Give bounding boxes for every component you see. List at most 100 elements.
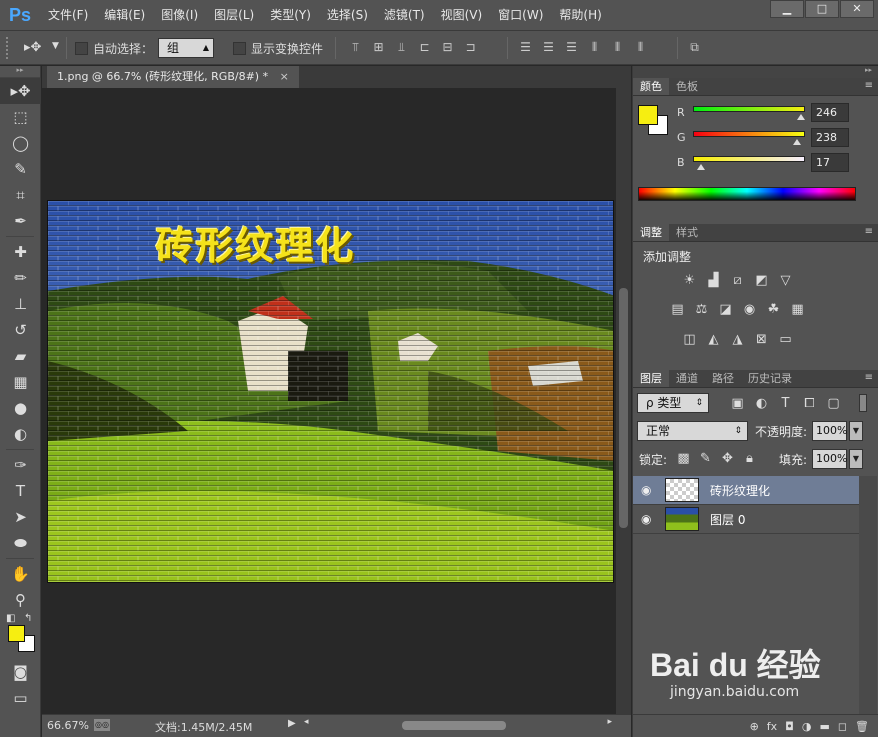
status-options-icon[interactable]: ◎◎ (94, 719, 110, 731)
lock-position-icon[interactable]: ✥ (719, 450, 736, 467)
healing-brush-tool-icon[interactable]: ✚ (0, 239, 41, 265)
eye-icon[interactable]: ◉ (641, 483, 651, 497)
red-slider[interactable] (693, 106, 805, 112)
menu-edit[interactable]: 编辑(E) (96, 0, 153, 31)
menu-view[interactable]: 视图(V) (433, 0, 491, 31)
layer-row[interactable]: ◉ 图层 0 (633, 505, 859, 534)
black-white-icon[interactable]: ◪ (717, 301, 734, 318)
tab-layers[interactable]: 图层 (633, 370, 669, 387)
fill-field[interactable]: 100% (812, 449, 847, 469)
foreground-color-swatch[interactable] (8, 625, 25, 642)
menu-select[interactable]: 选择(S) (319, 0, 376, 31)
invert-icon[interactable]: ◫ (681, 331, 698, 348)
panel-menu-icon[interactable]: ≡ (865, 372, 873, 383)
dock-collapse-icon[interactable]: ▸▸ (633, 66, 878, 78)
maximize-button[interactable]: □ (805, 0, 839, 18)
menu-help[interactable]: 帮助(H) (551, 0, 609, 31)
tab-channels[interactable]: 通道 (669, 370, 705, 387)
align-vcenter-icon[interactable]: ⊞ (370, 39, 387, 56)
options-grip[interactable] (6, 37, 10, 59)
menu-window[interactable]: 窗口(W) (490, 0, 551, 31)
align-top-icon[interactable]: ⫪ (347, 39, 364, 56)
gradient-tool-icon[interactable]: ▦ (0, 369, 41, 395)
document-tab[interactable]: 1.png @ 66.7% (砖形纹理化, RGB/8#) * × (47, 66, 299, 88)
trash-icon[interactable]: 🗑︎ (855, 720, 869, 733)
move-tool-icon[interactable]: ▸✥ (0, 78, 41, 104)
panel-menu-icon[interactable]: ≡ (865, 80, 873, 91)
auto-select-target-select[interactable]: 组 ▲ (158, 38, 214, 58)
lock-transparent-pixels-icon[interactable]: ▩ (675, 450, 692, 467)
default-colors-icon[interactable]: ◧ (6, 613, 15, 624)
chevron-down-icon[interactable]: ▼ (52, 41, 59, 51)
posterize-icon[interactable]: ◭ (705, 331, 722, 348)
brush-tool-icon[interactable]: ✏ (0, 265, 41, 291)
blend-mode-select[interactable]: 正常 ⇕ (637, 421, 748, 441)
tab-styles[interactable]: 样式 (669, 224, 705, 241)
exposure-icon[interactable]: ◩ (753, 272, 770, 289)
menu-layer[interactable]: 图层(L) (206, 0, 262, 31)
layer-filter-kind-select[interactable]: ρ 类型 ⇕ (637, 393, 709, 413)
new-adjustment-layer-icon[interactable]: ◑ (802, 720, 812, 733)
type-tool-icon[interactable]: T (0, 478, 41, 504)
auto-select-checkbox[interactable] (75, 42, 88, 55)
opacity-dropdown-icon[interactable]: ▼ (849, 421, 863, 441)
link-layers-icon[interactable]: ⊕ (750, 720, 759, 733)
filter-shape-icon[interactable]: ⧠ (801, 395, 818, 412)
canvas-horizontal-scrollbar[interactable]: ◂ ▸ (304, 717, 612, 732)
green-value-field[interactable]: 238 (811, 128, 849, 147)
hue-saturation-icon[interactable]: ▤ (669, 301, 686, 318)
layer-mask-icon[interactable]: ◘ (785, 720, 794, 733)
gradient-map-icon[interactable]: ▭ (777, 331, 794, 348)
filter-pixel-icon[interactable]: ▣ (729, 395, 746, 412)
tab-adjustments[interactable]: 调整 (633, 224, 669, 241)
blue-value-field[interactable]: 17 (811, 153, 849, 172)
color-spectrum-ramp[interactable] (638, 187, 856, 201)
document-image[interactable]: 砖形纹理化 (47, 200, 614, 583)
eyedropper-tool-icon[interactable]: ✒ (0, 208, 41, 234)
color-balance-icon[interactable]: ⚖ (693, 301, 710, 318)
hand-tool-icon[interactable]: ✋ (0, 561, 41, 587)
show-transform-checkbox[interactable] (233, 42, 246, 55)
crop-tool-icon[interactable]: ⌗ (0, 182, 41, 208)
align-bottom-icon[interactable]: ⫫ (393, 39, 410, 56)
levels-icon[interactable]: ▟ (705, 272, 722, 289)
distribute-hcenter-icon[interactable]: ⦀ (609, 39, 626, 56)
filter-adjustment-icon[interactable]: ◐ (753, 395, 770, 412)
blue-slider[interactable] (693, 156, 805, 162)
new-group-icon[interactable]: ▬ (819, 720, 829, 733)
scrollbar-thumb[interactable] (619, 288, 628, 528)
tab-history[interactable]: 历史记录 (741, 370, 799, 387)
curves-icon[interactable]: ⧄ (729, 272, 746, 289)
eye-icon[interactable]: ◉ (641, 512, 651, 526)
scroll-right-icon[interactable]: ▸ (607, 717, 612, 727)
color-lookup-icon[interactable]: ▦ (789, 301, 806, 318)
quick-select-tool-icon[interactable]: ✎ (0, 156, 41, 182)
layer-row[interactable]: ◉ 砖形纹理化 (633, 476, 859, 505)
close-button[interactable]: ✕ (840, 0, 874, 18)
close-document-icon[interactable]: × (280, 70, 289, 83)
green-slider[interactable] (693, 131, 805, 137)
canvas-vertical-scrollbar[interactable] (616, 88, 631, 714)
menu-filter[interactable]: 滤镜(T) (376, 0, 433, 31)
menu-type[interactable]: 类型(Y) (262, 0, 319, 31)
align-right-icon[interactable]: ⊐ (462, 39, 479, 56)
layers-scrollbar[interactable] (859, 476, 877, 736)
new-layer-icon[interactable]: ◻ (838, 720, 847, 733)
filter-toggle[interactable] (859, 394, 867, 412)
layer-name[interactable]: 砖形纹理化 (710, 482, 770, 499)
menu-image[interactable]: 图像(I) (153, 0, 206, 31)
pen-tool-icon[interactable]: ✑ (0, 452, 41, 478)
ellipse-tool-icon[interactable]: ⬬ (0, 530, 41, 556)
eraser-tool-icon[interactable]: ▰ (0, 343, 41, 369)
opacity-field[interactable]: 100% (812, 421, 847, 441)
lock-all-icon[interactable]: 🔒︎ (741, 450, 758, 467)
panel-menu-icon[interactable]: ≡ (865, 226, 873, 237)
red-value-field[interactable]: 246 (811, 103, 849, 122)
distribute-left-icon[interactable]: ⦀ (586, 39, 603, 56)
marquee-tool-icon[interactable]: ⬚ (0, 104, 41, 130)
photo-filter-icon[interactable]: ◉ (741, 301, 758, 318)
distribute-right-icon[interactable]: ⦀ (632, 39, 649, 56)
tab-color[interactable]: 颜色 (633, 78, 669, 95)
layer-style-icon[interactable]: fx (767, 720, 777, 733)
tab-swatches[interactable]: 色板 (669, 78, 705, 95)
